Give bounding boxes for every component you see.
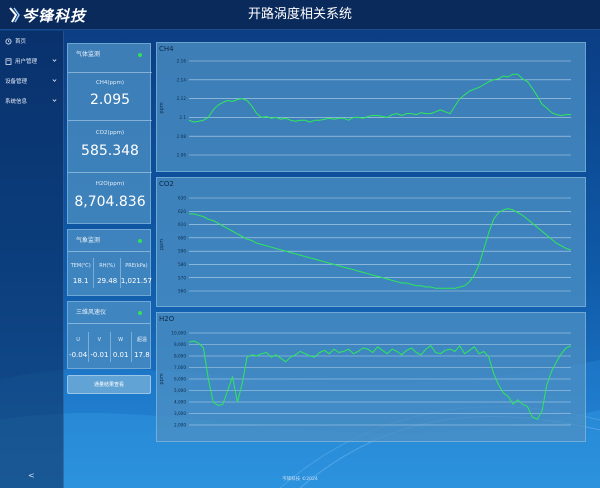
home-icon — [5, 38, 12, 45]
h2o-chart-panel: H2O 10,000 9,000 8,000 7,000 6,000 5,000 4,000… — [156, 312, 586, 442]
y-tick-label: 7,000 — [174, 365, 186, 370]
y-tick-label: 2.06 — [177, 153, 187, 158]
y-tick-label: 2,000 — [174, 423, 186, 428]
chevron-down-icon — [52, 59, 57, 62]
met-value: 18.1 — [72, 277, 89, 285]
y-axis-label: ppm — [159, 102, 165, 113]
sidebar-item-label: 首页 — [15, 39, 27, 45]
panel-title: 气象监测 — [76, 237, 101, 244]
met-header: RH(%) — [99, 263, 116, 269]
panel-header: 气体监测 — [68, 44, 150, 66]
y-tick-label: 570 — [178, 275, 186, 280]
met-col-rh: RH(%) 29.48 — [94, 258, 121, 288]
gas-value: 2.095 — [89, 92, 131, 108]
y-tick-label: 590 — [178, 249, 186, 254]
y-axis-label: ppm — [159, 373, 165, 384]
gas-cell-h2o: H2O(ppm) 8,704.836 — [68, 172, 152, 224]
document-icon — [5, 57, 12, 65]
y-tick-label: 610 — [178, 222, 186, 227]
gas-cell-ch4: CH4(ppm) 2.095 — [68, 72, 152, 120]
met-value: 29.48 — [97, 277, 118, 285]
gas-label: H2O(ppm) — [95, 181, 125, 187]
wind-col-w: W 0.01 — [111, 332, 132, 362]
y-axis-label: ppm — [159, 239, 165, 250]
top-bar: 岑锋科技 开路涡度相关系统 — [0, 0, 600, 30]
y-tick-label: 580 — [178, 262, 186, 267]
gas-label: CH4(ppm) — [95, 80, 125, 86]
wind-monitor-panel: 三维风速仪 U -0.04 V -0.01 W 0.01 超温 17.8 — [67, 301, 151, 369]
ch4-chart: 2.16 2.14 2.12 2.1 2.08 2.06 ppm — [159, 59, 571, 158]
met-monitor-panel: 气象监测 TEM(℃) 18.1 RH(%) 29.48 PRE(kPa) 1,… — [67, 229, 152, 296]
status-dot — [138, 53, 142, 57]
chevron-down-icon — [52, 99, 57, 102]
y-tick-label: 8,000 — [174, 354, 186, 359]
wind-value: 0.01 — [112, 351, 129, 359]
panel-title: 气体监测 — [76, 51, 101, 58]
sidebar-item-home[interactable]: 首页 — [0, 31, 63, 51]
wind-table: U -0.04 V -0.01 W 0.01 超温 17.8 — [68, 332, 152, 362]
y-tick-label: 630 — [178, 196, 186, 201]
status-dot — [138, 311, 142, 315]
y-tick-label: 620 — [178, 209, 186, 214]
panel-header: 三维风速仪 — [68, 302, 150, 324]
wind-col-temp: 超温 17.8 — [132, 332, 152, 362]
met-col-tem: TEM(℃) 18.1 — [68, 258, 95, 288]
co2-chart-panel: CO2 630 620 610 600 590 580 570 560 ppm — [156, 177, 586, 307]
sidebar-item-user-management[interactable]: 用户管理 — [0, 51, 63, 71]
sidebar-item-system-info[interactable]: 系统信息 — [0, 91, 63, 111]
y-tick-label: 2.16 — [177, 59, 187, 64]
wind-value: -0.01 — [90, 351, 109, 359]
gas-label: CO2(ppm) — [95, 130, 125, 136]
y-tick-label: 600 — [178, 235, 186, 240]
gas-value: 8,704.836 — [74, 194, 146, 210]
chevron-down-icon — [52, 79, 57, 82]
sidebar-item-device-management[interactable]: 设备管理 — [0, 71, 63, 91]
y-tick-label: 3,000 — [174, 411, 186, 416]
gas-value: 585.348 — [81, 143, 139, 159]
y-tick-label: 9,000 — [174, 342, 186, 347]
gas-cell-co2: CO2(ppm) 585.348 — [68, 120, 152, 172]
series-line — [188, 73, 571, 123]
wind-header: 超温 — [136, 337, 147, 343]
wind-col-u: U -0.04 — [68, 332, 90, 362]
y-tick-label: 560 — [178, 289, 186, 294]
wind-header: V — [97, 337, 102, 343]
met-col-pre: PRE(kPa) 1,021.57 — [121, 258, 152, 288]
y-tick-label: 2.1 — [179, 115, 186, 120]
sidebar-item-label: 用户管理 — [15, 59, 38, 65]
status-dot — [138, 239, 142, 243]
y-tick-label: 2.08 — [177, 134, 187, 139]
met-header: TEM(℃) — [70, 263, 91, 269]
sidebar: 首页 用户管理 设备管理 系统信息 < — [0, 31, 64, 488]
footer: 岑锋科技 ©2024 — [282, 477, 318, 482]
series-line — [189, 208, 572, 289]
met-table: TEM(℃) 18.1 RH(%) 29.48 PRE(kPa) 1,021.5… — [68, 258, 152, 288]
y-tick-label: 2.14 — [177, 77, 187, 82]
y-tick-label: 2.12 — [177, 96, 187, 101]
ch4-chart-panel: CH4 2.16 2.14 2.12 2.1 2.08 2.06 ppm — [156, 42, 586, 172]
y-tick-label: 6,000 — [174, 377, 186, 382]
sidebar-item-label: 设备管理 — [5, 79, 28, 85]
y-tick-label: 5,000 — [174, 388, 186, 393]
wind-value: -0.04 — [69, 351, 88, 359]
co2-chart: 630 620 610 600 590 580 570 560 ppm — [159, 196, 572, 294]
y-tick-label: 10,000 — [171, 331, 186, 336]
wind-header: U — [76, 337, 80, 343]
wind-col-v: V -0.01 — [89, 332, 111, 362]
panel-title: 三维风速仪 — [76, 309, 107, 316]
panel-header: 气象监测 — [68, 230, 150, 252]
met-value: 1,021.57 — [120, 277, 153, 285]
wind-header: W — [118, 337, 124, 343]
met-header: PRE(kPa) — [125, 263, 148, 269]
wind-value: 17.8 — [134, 351, 150, 359]
series-line — [188, 340, 572, 420]
y-tick-label: 4,000 — [174, 400, 186, 405]
h2o-chart: 10,000 9,000 8,000 7,000 6,000 5,000 4,000 3,00… — [159, 331, 572, 428]
sidebar-item-label: 系统信息 — [5, 99, 28, 105]
app-title: 开路涡度相关系统 — [247, 7, 352, 22]
gas-monitor-panel: 气体监测 CH4(ppm) 2.095 CO2(ppm) 585.348 H2O… — [67, 43, 152, 224]
view-flux-results-button[interactable]: 通量结果查看 — [67, 375, 151, 394]
